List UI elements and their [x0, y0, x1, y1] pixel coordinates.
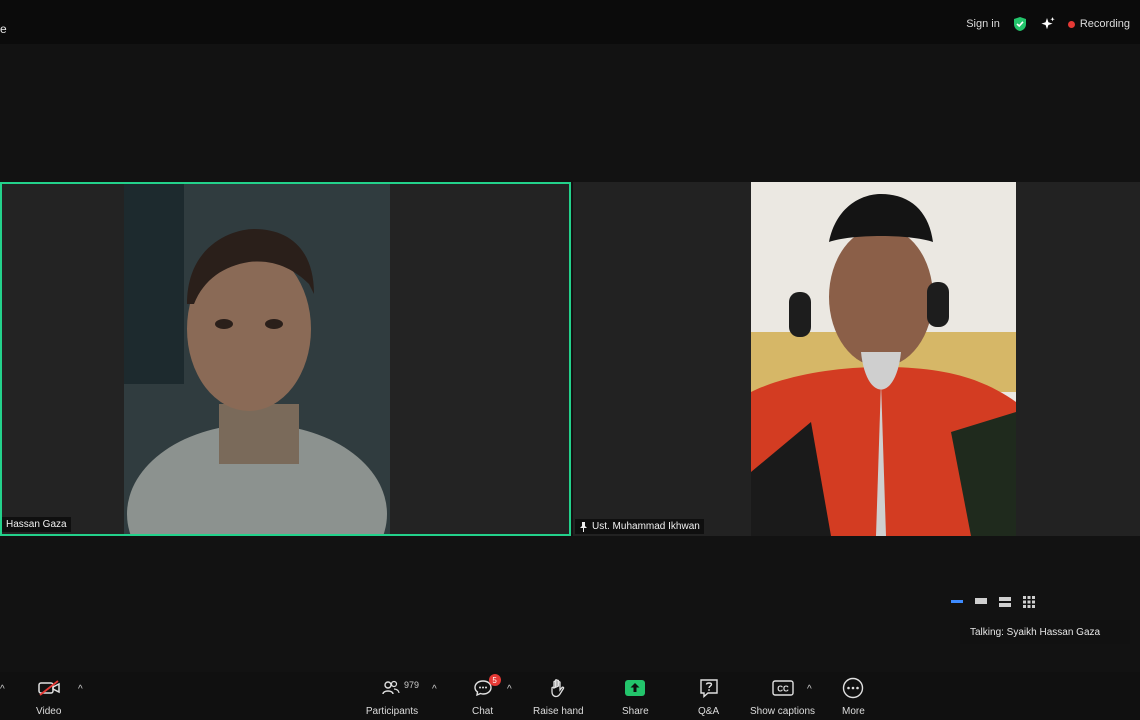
video-button[interactable]: Video — [36, 676, 61, 717]
participant-tile-muhammad-ikhwan[interactable]: Ust. Muhammad Ikhwan — [573, 182, 1140, 536]
window-title: e — [0, 22, 7, 36]
share-button[interactable]: Share — [622, 676, 649, 717]
more-label: More — [842, 706, 865, 717]
chat-label: Chat — [472, 706, 494, 717]
chat-options-caret-icon[interactable]: ^ — [507, 684, 512, 695]
participant-tile-hassan-gaza[interactable]: Hassan Gaza — [0, 182, 571, 536]
pin-icon — [580, 521, 587, 532]
chat-unread-badge: 5 — [488, 674, 501, 686]
video-off-icon — [37, 676, 60, 700]
share-label: Share — [622, 706, 649, 717]
meeting-toolbar: ^ Video ^ 979 Participants ^ 5 Chat ^ Ra… — [0, 672, 1140, 720]
chat-button[interactable]: 5 Chat — [472, 674, 501, 717]
qa-label: Q&A — [698, 706, 720, 717]
video-stage: Hassan Gaza Ust. Muhammad Ikhwan Talking… — [0, 44, 1140, 672]
show-captions-button[interactable]: CC Show captions — [750, 676, 815, 717]
participants-options-caret-icon[interactable]: ^ — [432, 684, 437, 695]
more-icon — [842, 676, 864, 700]
top-right-controls: Sign in Recording — [966, 14, 1130, 34]
qa-button[interactable]: Q&A — [698, 676, 719, 717]
layout-stacked-icon[interactable] — [998, 596, 1012, 608]
qa-icon — [699, 676, 719, 700]
recording-dot-icon — [1067, 20, 1075, 28]
video-options-caret-icon[interactable]: ^ — [78, 684, 83, 695]
layout-switcher — [950, 596, 1036, 608]
participants-button[interactable]: 979 Participants — [364, 676, 420, 717]
show-captions-label: Show captions — [750, 706, 816, 717]
raise-hand-label: Raise hand — [533, 706, 584, 717]
participant-video — [751, 182, 1016, 536]
participant-name-tag: Ust. Muhammad Ikhwan — [575, 519, 704, 534]
participant-name-tag: Hassan Gaza — [2, 517, 71, 532]
raise-hand-icon — [549, 676, 567, 700]
layout-speaker-icon[interactable] — [950, 596, 964, 608]
top-bar: e Sign in Recording — [0, 0, 1140, 44]
sparkle-icon[interactable] — [1040, 16, 1056, 32]
participants-icon: 979 — [364, 676, 420, 700]
share-screen-icon — [624, 676, 646, 700]
closed-captions-icon: CC — [771, 676, 794, 700]
captions-options-caret-icon[interactable]: ^ — [807, 684, 812, 695]
chat-icon: 5 — [473, 674, 501, 700]
recording-label: Recording — [1079, 18, 1130, 30]
sign-in-link[interactable]: Sign in — [966, 18, 1000, 30]
raise-hand-button[interactable]: Raise hand — [533, 676, 584, 717]
participants-label: Participants — [365, 706, 419, 717]
layout-gallery-icon[interactable] — [1022, 596, 1036, 608]
participants-count: 979 — [404, 680, 420, 690]
participant-video-figure — [751, 182, 1016, 536]
participant-video — [124, 184, 390, 534]
shield-check-icon[interactable] — [1012, 16, 1028, 32]
video-label: Video — [36, 706, 62, 717]
recording-indicator[interactable]: Recording — [1067, 18, 1130, 30]
closed-captions-text: CC — [777, 685, 789, 694]
participant-video-figure — [124, 184, 390, 534]
audio-options-caret-icon[interactable]: ^ — [0, 684, 5, 695]
participant-name: Ust. Muhammad Ikhwan — [592, 521, 700, 532]
layout-filmstrip-icon[interactable] — [974, 596, 988, 608]
more-button[interactable]: More — [842, 676, 865, 717]
talking-indicator: Talking: Syaikh Hassan Gaza — [960, 620, 1130, 644]
